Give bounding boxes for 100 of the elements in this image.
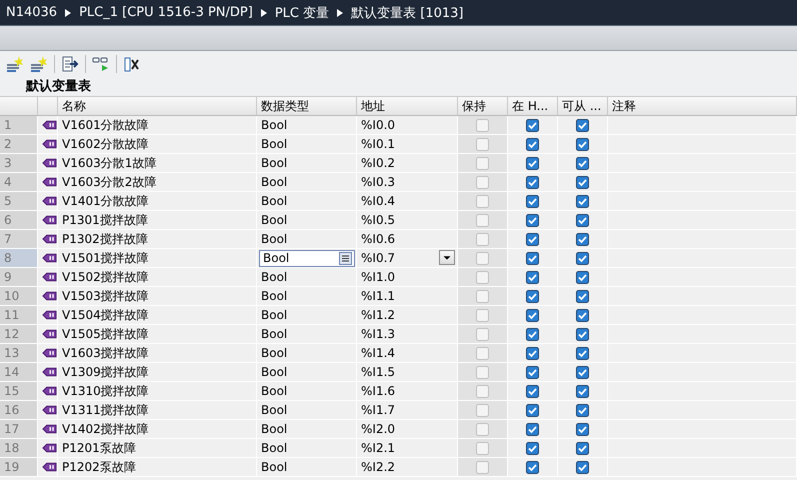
list-icon[interactable] [339,252,352,264]
column-header[interactable]: 保持 [458,97,508,115]
checkbox[interactable] [576,252,589,264]
column-header[interactable]: 可从 ... [558,97,608,115]
checkbox[interactable] [576,214,589,226]
checkbox[interactable] [576,156,589,170]
checkbox[interactable] [526,404,539,416]
checkbox[interactable] [476,460,489,474]
checkbox[interactable] [476,422,489,436]
row-number[interactable]: 5 [0,192,38,210]
checkbox[interactable] [476,194,489,208]
checkbox[interactable] [526,232,539,246]
checkbox[interactable] [576,138,589,150]
checkbox[interactable] [576,328,589,340]
row-number[interactable]: 8 [0,249,38,267]
row-number[interactable]: 13 [0,344,38,362]
checkbox[interactable] [526,194,539,208]
checkbox[interactable] [576,290,589,302]
checkbox[interactable] [576,460,589,474]
checkbox[interactable] [576,442,589,454]
checkbox[interactable] [576,194,589,208]
column-header[interactable]: 数据类型 [257,97,357,115]
checkbox[interactable] [576,346,589,360]
checkbox[interactable] [526,384,539,398]
row-number[interactable]: 14 [0,363,38,381]
checkbox[interactable] [476,252,489,264]
row-number[interactable]: 12 [0,325,38,343]
tag-icon [42,405,57,415]
checkbox[interactable] [526,308,539,322]
checkbox[interactable] [526,138,539,150]
breadcrumb-item[interactable]: PLC 变量 [274,4,330,22]
checkbox[interactable] [526,156,539,170]
checkbox[interactable] [526,422,539,436]
checkbox[interactable] [526,176,539,188]
checkbox[interactable] [476,176,489,188]
row-number[interactable]: 4 [0,173,38,191]
checkbox[interactable] [476,384,489,398]
row-number[interactable]: 11 [0,306,38,324]
glasses-play-icon[interactable] [92,54,110,72]
checkbox[interactable] [476,118,489,132]
row-number[interactable]: 18 [0,439,38,457]
checkbox[interactable] [526,270,539,284]
checkbox[interactable] [476,138,489,150]
checkbox[interactable] [476,442,489,454]
checkbox[interactable] [476,328,489,340]
breadcrumb-item[interactable]: PLC_1 [CPU 1516-3 PN/DP] [79,5,253,20]
checkbox[interactable] [576,384,589,398]
checkbox[interactable] [476,156,489,170]
checkbox[interactable] [476,346,489,360]
checkbox[interactable] [476,308,489,322]
row-number[interactable]: 2 [0,135,38,153]
row-number[interactable]: 15 [0,382,38,400]
checkbox[interactable] [526,442,539,454]
column-header[interactable]: 注释 [608,97,797,115]
row-number[interactable]: 3 [0,154,38,172]
checkbox[interactable] [476,214,489,226]
insert-row-icon[interactable] [30,54,48,72]
checkbox[interactable] [526,252,539,264]
breadcrumb-item[interactable]: N14036 [6,5,58,20]
checkbox[interactable] [476,270,489,284]
row-number[interactable]: 9 [0,268,38,286]
export-icon[interactable] [61,54,79,72]
table-cell: V1603分散2故障 [58,173,257,191]
checkbox[interactable] [526,118,539,132]
checkbox[interactable] [576,404,589,416]
column-header[interactable]: 在 H... [508,97,558,115]
checkbox[interactable] [526,290,539,302]
delete-column-icon[interactable] [123,54,141,72]
table-cell: Bool [257,420,357,438]
dropdown-icon[interactable] [439,250,455,265]
checkbox[interactable] [576,232,589,246]
checkbox[interactable] [576,308,589,322]
checkbox[interactable] [526,460,539,474]
column-header[interactable]: 地址 [357,97,458,115]
checkbox[interactable] [576,270,589,284]
checkbox[interactable] [526,214,539,226]
checkbox[interactable] [576,176,589,188]
checkbox[interactable] [476,404,489,416]
table-cell: V1310搅拌故障 [58,382,257,400]
row-number[interactable]: 6 [0,211,38,229]
row-number[interactable]: 1 [0,116,38,134]
checkbox[interactable] [576,422,589,436]
checkbox[interactable] [476,232,489,246]
checkbox[interactable] [476,290,489,302]
checkbox[interactable] [526,366,539,378]
row-number[interactable]: 7 [0,230,38,248]
row-number[interactable]: 17 [0,420,38,438]
row-number[interactable]: 16 [0,401,38,419]
row-number[interactable]: 19 [0,458,38,476]
row-number[interactable]: 10 [0,287,38,305]
breadcrumb-item[interactable]: 默认变量表 [1013] [351,4,464,22]
checkbox[interactable] [476,366,489,378]
add-row-icon[interactable] [6,54,24,72]
type-field[interactable]: Bool [259,250,355,266]
checkbox[interactable] [526,328,539,340]
checkbox[interactable] [576,118,589,132]
column-header[interactable]: 名称 [58,97,257,115]
table-cell: V1311搅拌故障 [58,401,257,419]
checkbox[interactable] [576,366,589,378]
checkbox[interactable] [526,346,539,360]
